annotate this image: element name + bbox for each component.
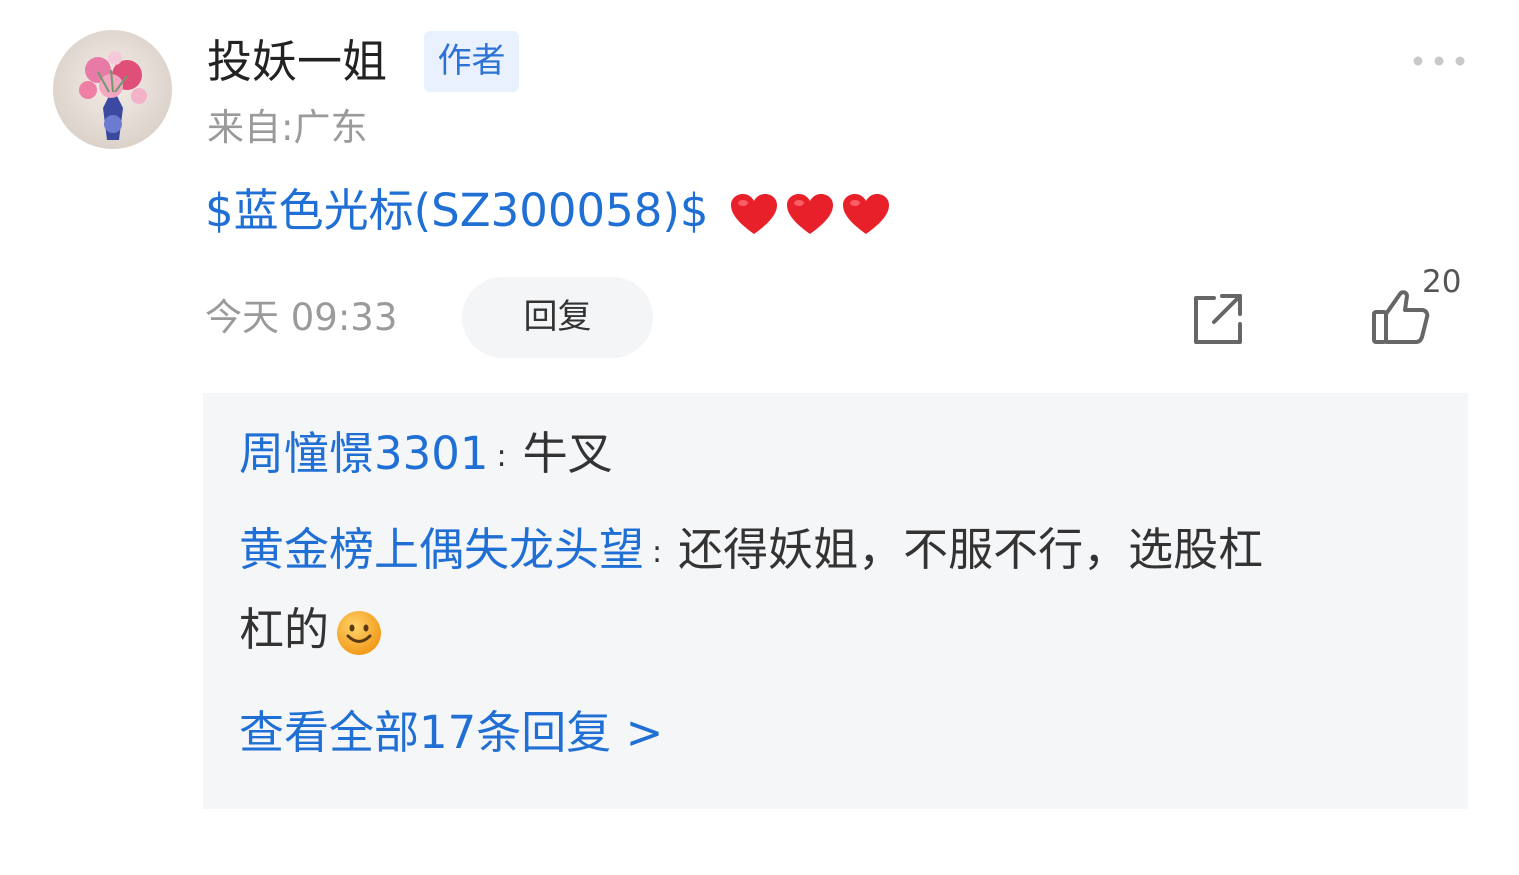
stock-link[interactable]: $蓝色光标(SZ300058)$ <box>205 184 709 237</box>
view-all-replies-link[interactable]: 查看全部17条回复 > <box>239 693 663 773</box>
author-name[interactable]: 投妖一姐 <box>207 28 387 96</box>
smile-emoji-icon <box>337 611 382 655</box>
reply-author[interactable]: 周憧憬3301 <box>239 427 489 480</box>
reply-author[interactable]: 黄金榜上偶失龙头望 <box>239 523 644 576</box>
heart-icon <box>842 194 889 234</box>
reply-separator: : <box>652 535 663 570</box>
author-badge: 作者 <box>424 31 519 92</box>
share-icon[interactable] <box>1188 290 1246 348</box>
avatar[interactable] <box>53 30 172 149</box>
post-content: $蓝色光标(SZ300058)$ <box>205 180 891 242</box>
reply-text: 还得妖姐，不服不行，选股杠 <box>678 523 1264 576</box>
post-timestamp: 今天 09:33 <box>205 296 398 339</box>
like-count: 20 <box>1422 264 1462 300</box>
more-icon[interactable] <box>1412 52 1466 70</box>
reply-text: 牛叉 <box>522 427 613 480</box>
reply-item[interactable]: 黄金榜上偶失龙头望: 还得妖姐，不服不行，选股杠 <box>239 510 1263 593</box>
reply-text-continued: 杠的 <box>239 590 383 670</box>
location-label: 来自:广东 <box>207 106 368 149</box>
reply-text: 杠的 <box>239 603 330 656</box>
reply-button[interactable]: 回复 <box>462 277 653 358</box>
heart-icon <box>730 194 777 234</box>
replies-preview: 周憧憬3301: 牛叉 黄金榜上偶失龙头望: 还得妖姐，不服不行，选股杠 杠的 查看… <box>203 393 1468 809</box>
heart-emojis <box>723 184 891 237</box>
reply-separator: : <box>496 439 507 474</box>
heart-icon <box>786 194 833 234</box>
reply-item[interactable]: 周憧憬3301: 牛叉 <box>239 414 613 497</box>
